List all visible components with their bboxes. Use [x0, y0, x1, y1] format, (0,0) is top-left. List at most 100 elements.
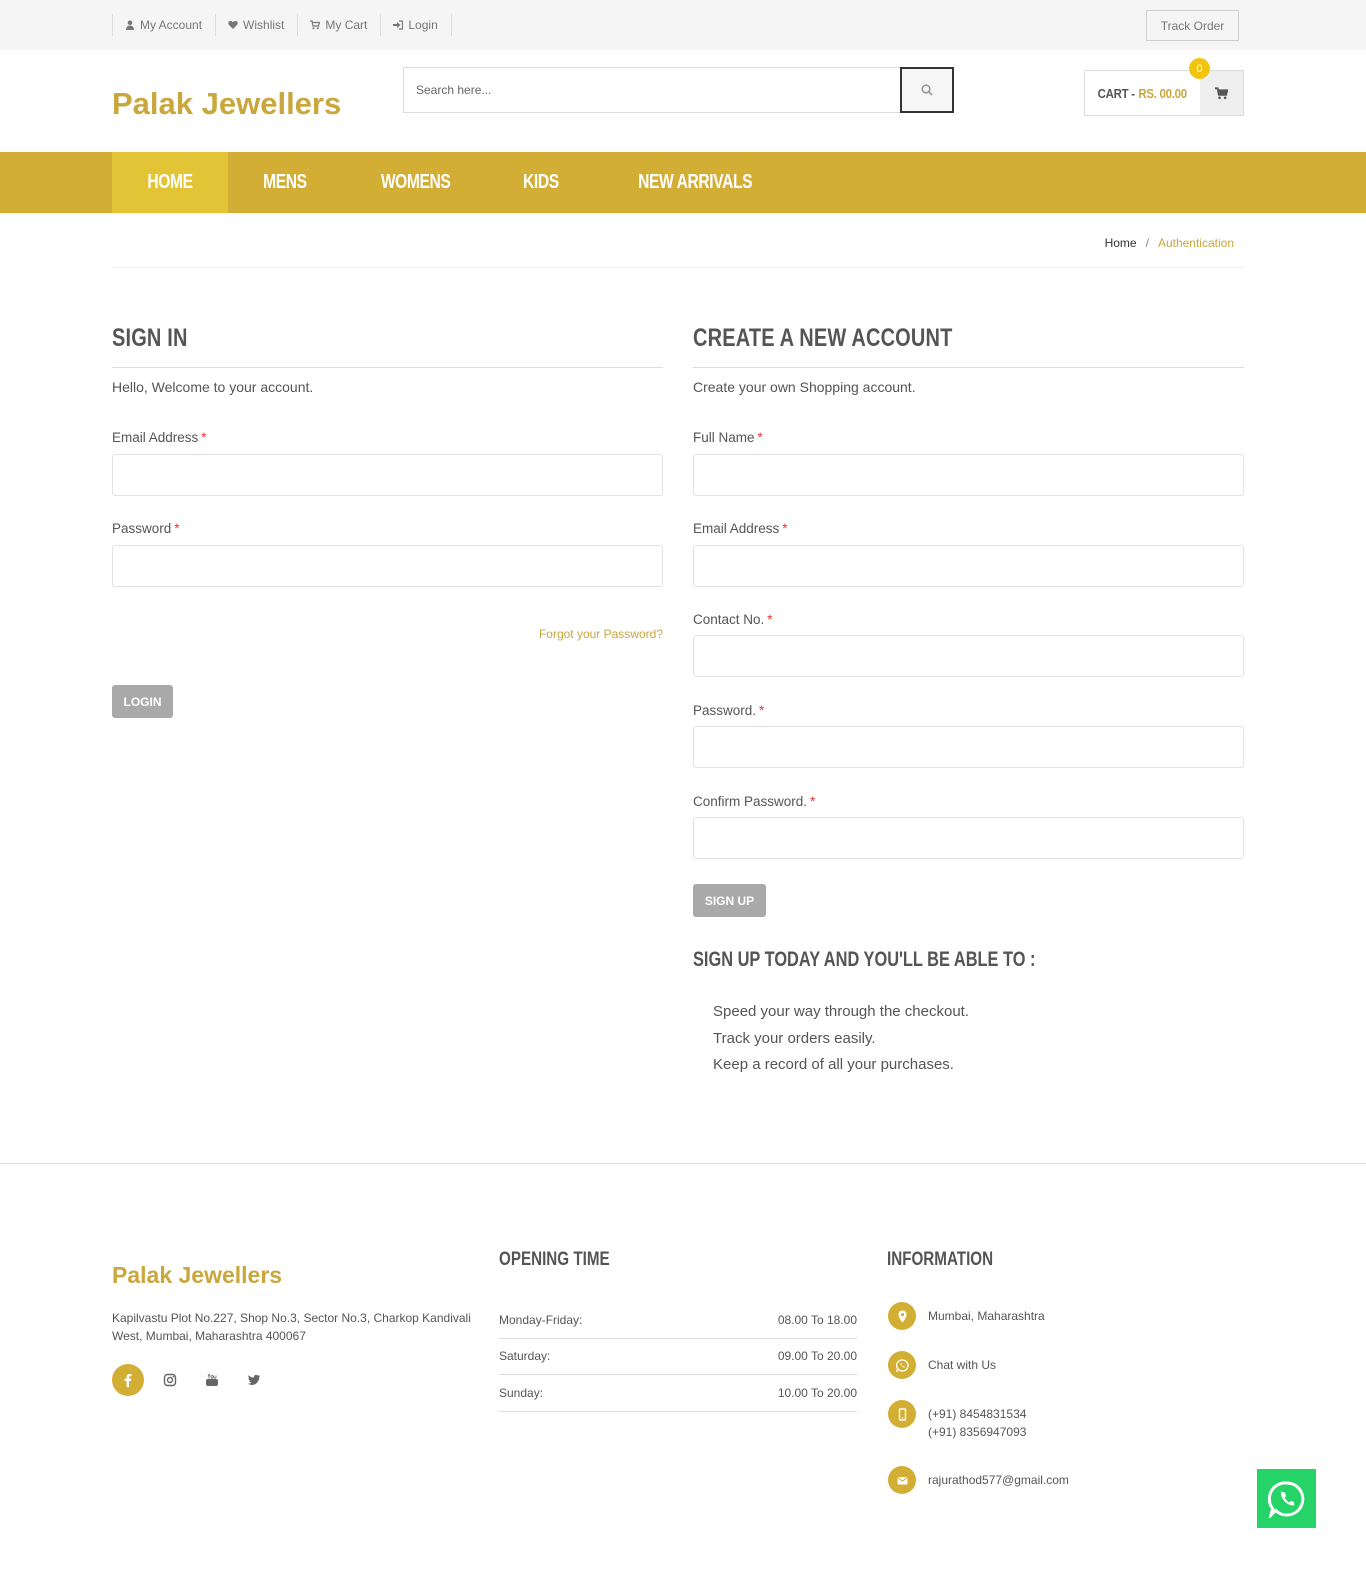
- contact-input[interactable]: [693, 635, 1244, 677]
- my-account-link[interactable]: My Account: [113, 14, 217, 36]
- cart-icon-button[interactable]: [1199, 71, 1243, 115]
- twitter-icon: [247, 1374, 260, 1385]
- nav-item-womens[interactable]: WOMENS: [342, 152, 489, 213]
- instagram-icon: [163, 1373, 177, 1387]
- list-item: Keep a record of all your purchases.: [713, 1056, 954, 1073]
- signin-intro: Hello, Welcome to your account.: [112, 379, 314, 395]
- nav-item-label: MENS: [263, 171, 307, 193]
- required-mark: *: [767, 612, 773, 627]
- required-mark: *: [757, 430, 763, 445]
- info-location: Mumbai, Maharashtra: [888, 1302, 1188, 1330]
- required-mark: *: [810, 794, 816, 809]
- forgot-password-link[interactable]: Forgot your Password?: [539, 627, 663, 641]
- label-text: Email Address: [112, 430, 199, 445]
- signin-email-label: Email Address *: [112, 430, 207, 445]
- top-bar: My Account Wishlist My Cart Login Track …: [0, 0, 1366, 50]
- information-title: INFORMATION: [887, 1249, 994, 1270]
- facebook-link[interactable]: [112, 1364, 144, 1396]
- wishlist-link[interactable]: Wishlist: [216, 14, 299, 36]
- map-marker-icon: [888, 1302, 916, 1330]
- top-links: My Account Wishlist My Cart Login: [112, 14, 452, 36]
- site-logo[interactable]: Palak Jewellers: [112, 86, 341, 122]
- whatsapp-icon: [1267, 1480, 1304, 1518]
- whatsapp-svg: [895, 1358, 909, 1372]
- confirm-password-label: Confirm Password. *: [693, 794, 815, 809]
- signin-email-input[interactable]: [112, 454, 663, 496]
- wishlist-label: Wishlist: [243, 18, 285, 32]
- signup-password-input[interactable]: [693, 726, 1244, 768]
- hour-day: Monday-Friday:: [499, 1312, 583, 1327]
- nav-item-label: WOMENS: [380, 171, 451, 193]
- instagram-link[interactable]: [154, 1364, 186, 1396]
- social-links: [112, 1364, 270, 1396]
- info-phone: (+91) 8454831534 (+91) 8356947093: [888, 1400, 1188, 1441]
- contact-label: Contact No. *: [693, 612, 773, 627]
- nav-item-home[interactable]: HOME: [112, 152, 228, 213]
- facebook-icon: [124, 1374, 132, 1387]
- phone-number[interactable]: (+91) 8356947093: [928, 1423, 1026, 1441]
- sign-in-icon: [393, 20, 404, 30]
- hour-time: 10.00 To 20.00: [777, 1385, 857, 1400]
- search-icon: [921, 84, 933, 96]
- label-text: Password: [112, 521, 172, 536]
- nav-items: HOME MENS WOMENS KIDS NEW ARRIVALS: [112, 152, 797, 213]
- hour-day: Saturday:: [499, 1349, 551, 1364]
- nav-item-label: HOME: [147, 171, 193, 193]
- required-mark: *: [174, 521, 180, 536]
- list-item: Speed your way through the checkout.: [713, 1003, 969, 1020]
- nav-item-label: KIDS: [523, 171, 559, 193]
- footer-logo[interactable]: Palak Jewellers: [112, 1262, 282, 1289]
- login-label: Login: [408, 18, 438, 32]
- footer-address: Kapilvastu Plot No.227, Shop No.3, Secto…: [112, 1311, 471, 1343]
- cart-icon: [310, 20, 321, 30]
- breadcrumb: Home / Authentication: [1105, 236, 1234, 250]
- whatsapp-chat-button[interactable]: [1257, 1469, 1316, 1528]
- envelope-svg: [896, 1476, 908, 1484]
- breadcrumb-home[interactable]: Home: [1105, 236, 1137, 250]
- list-item: Track your orders easily.: [713, 1029, 876, 1047]
- my-cart-link[interactable]: My Cart: [298, 14, 382, 36]
- hour-time: 08.00 To 18.00: [777, 1312, 857, 1327]
- login-button[interactable]: LOGIN: [112, 685, 173, 718]
- info-chat-text: Chat with Us: [928, 1358, 997, 1372]
- confirm-password-input[interactable]: [693, 817, 1244, 859]
- header-cart[interactable]: CART - RS. 00.00: [1084, 70, 1244, 116]
- phone-number[interactable]: (+91) 8454831534: [928, 1405, 1026, 1423]
- signup-email-input[interactable]: [693, 545, 1244, 587]
- cart-amount: RS. 00.00: [1138, 85, 1187, 101]
- label-text: Full Name: [693, 430, 755, 445]
- table-row: Sunday: 10.00 To 20.00: [499, 1375, 857, 1412]
- required-mark: *: [759, 703, 765, 718]
- twitter-link[interactable]: [238, 1364, 270, 1396]
- divider: [112, 267, 1244, 268]
- search-input[interactable]: [403, 67, 900, 113]
- required-mark: *: [201, 430, 207, 445]
- mobile-phone-icon: [888, 1400, 916, 1428]
- nav-item-kids[interactable]: KIDS: [489, 152, 593, 213]
- info-chat[interactable]: Chat with Us: [888, 1351, 1188, 1379]
- table-row: Monday-Friday: 08.00 To 18.00: [499, 1302, 857, 1339]
- nav-item-mens[interactable]: MENS: [228, 152, 342, 213]
- label-text: Password.: [693, 703, 757, 718]
- nav-item-new-arrivals[interactable]: NEW ARRIVALS: [593, 152, 797, 213]
- info-phone-text: (+91) 8454831534 (+91) 8356947093: [928, 1405, 1026, 1441]
- cart-count-badge: 0: [1189, 58, 1210, 79]
- cart-label: CART -: [1097, 85, 1135, 101]
- breadcrumb-current: Authentication: [1157, 236, 1234, 250]
- info-email-text[interactable]: rajurathod577@gmail.com: [928, 1471, 1069, 1489]
- track-order-button[interactable]: Track Order: [1146, 10, 1239, 41]
- nav-item-label: NEW ARRIVALS: [637, 171, 752, 193]
- cart-summary: CART - RS. 00.00: [1092, 71, 1193, 115]
- login-link[interactable]: Login: [381, 14, 452, 36]
- signup-intro: Create your own Shopping account.: [693, 379, 916, 395]
- hour-time: 09.00 To 20.00: [777, 1349, 857, 1364]
- signup-email-label: Email Address *: [693, 521, 788, 536]
- search-button[interactable]: [900, 67, 954, 113]
- label-text: Contact No.: [693, 612, 765, 627]
- signin-password-input[interactable]: [112, 545, 663, 587]
- youtube-link[interactable]: [196, 1364, 228, 1396]
- fullname-input[interactable]: [693, 454, 1244, 496]
- signup-button[interactable]: SIGN UP: [693, 884, 766, 917]
- hour-day: Sunday:: [499, 1385, 544, 1400]
- label-text: Email Address: [693, 521, 780, 536]
